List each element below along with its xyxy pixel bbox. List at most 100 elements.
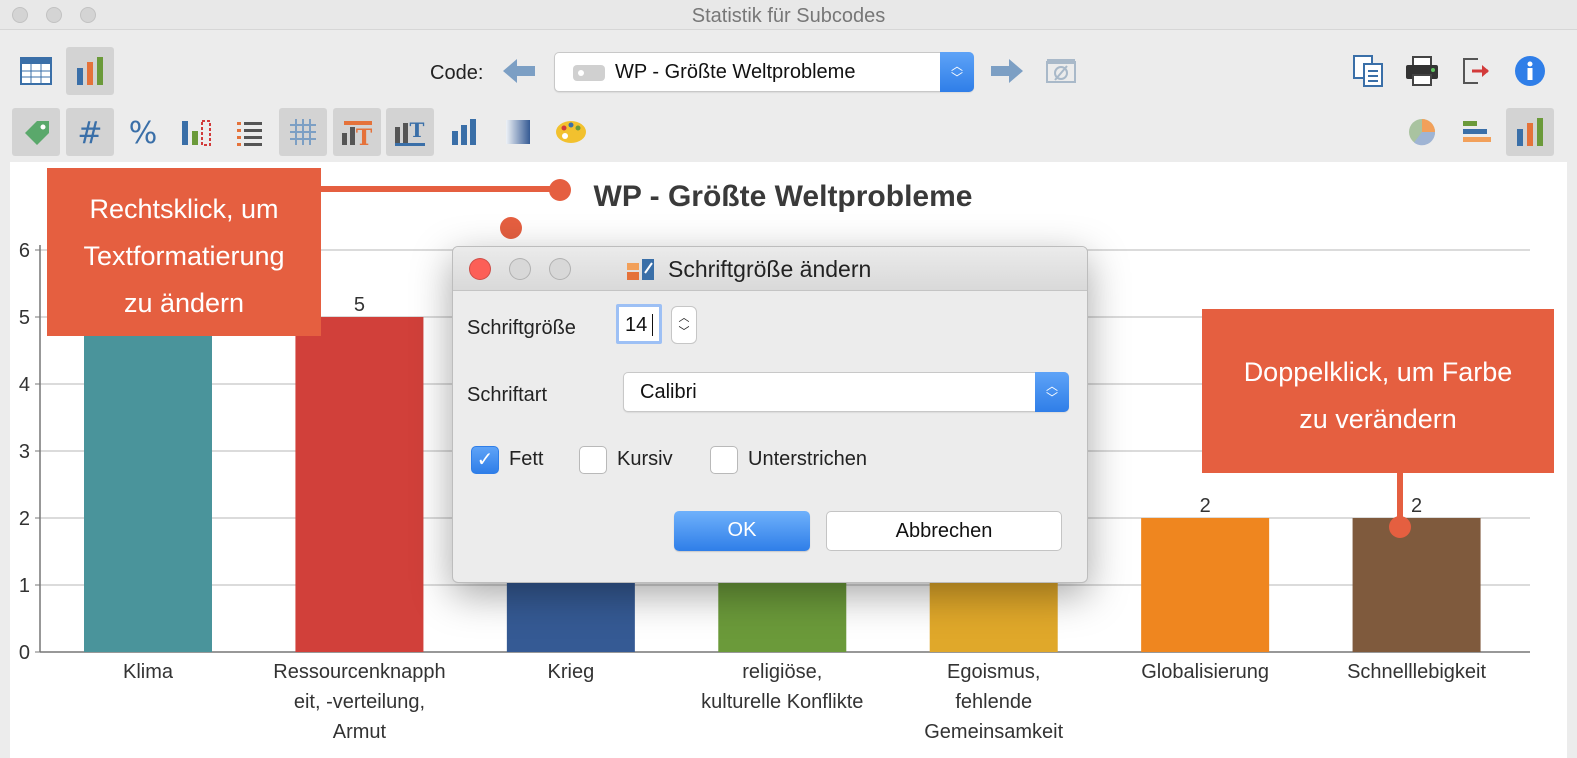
callout-right-click: Rechtsklick, um Textformatierung zu ände… <box>47 168 321 336</box>
category-label: Egoismus, <box>947 661 1040 683</box>
show-percent-button[interactable]: % <box>119 108 167 156</box>
arrow-right-icon <box>991 59 1023 83</box>
dialog-title: Schriftgröße ändern <box>668 256 872 282</box>
previous-code-button[interactable] <box>495 47 543 95</box>
list-button[interactable] <box>226 108 274 156</box>
font-size-label: Schriftgröße <box>467 317 576 339</box>
cancel-button[interactable]: Abbrechen <box>826 511 1062 551</box>
copy-icon <box>1353 55 1383 87</box>
underline-checkbox[interactable] <box>710 446 738 474</box>
color-palette-button[interactable] <box>547 108 595 156</box>
pie-chart-button[interactable] <box>1398 108 1446 156</box>
bar <box>1141 518 1270 652</box>
title-format-button[interactable]: T <box>333 108 381 156</box>
code-select-stepper[interactable]: ︿ ﹀ <box>940 52 974 92</box>
data-label: 5 <box>354 294 365 316</box>
y-tick-label: 5 <box>19 307 30 329</box>
chart-title: WP - Größte Weltprobleme <box>594 180 973 213</box>
font-family-select[interactable]: Calibri ︿ ﹀ <box>623 372 1069 412</box>
bar <box>1352 518 1481 652</box>
chevron-down-icon[interactable]: ﹀ <box>679 325 690 339</box>
chevron-up-icon[interactable]: ︿ <box>679 311 690 325</box>
y-tick-label: 2 <box>19 508 30 530</box>
dialog-titlebar: Schriftgröße ändern <box>453 247 1087 291</box>
print-button[interactable] <box>1398 47 1446 95</box>
font-family-value: Calibri <box>640 381 697 403</box>
callout-left-line-1: Rechtsklick, um <box>89 194 279 224</box>
horizontal-bars-icon <box>1463 121 1491 142</box>
axis-text-button[interactable]: T <box>386 108 434 156</box>
copy-button[interactable] <box>1344 47 1392 95</box>
y-tick-label: 1 <box>19 575 30 597</box>
code-select[interactable]: WP - Größte Weltprobleme ︿ ﹀ <box>554 52 974 92</box>
info-button[interactable] <box>1506 47 1554 95</box>
table-icon <box>20 57 52 85</box>
dialog-minimize-button <box>509 258 531 280</box>
data-label: 2 <box>1411 495 1422 517</box>
font-format-icon <box>627 259 654 280</box>
gradient-icon <box>506 120 530 144</box>
svg-text:#: # <box>77 117 102 147</box>
category-label: fehlende <box>955 691 1032 713</box>
category-label: Globalisierung <box>1141 661 1269 683</box>
callout-double-click: Doppelklick, um Farbe zu verändern <box>1202 309 1554 473</box>
reset-filter-button[interactable] <box>1037 47 1085 95</box>
category-label: Armut <box>333 721 387 743</box>
code-select-value: WP - Größte Weltprobleme <box>615 61 856 83</box>
category-label: Klima <box>123 661 174 683</box>
callout-right-line-1: Doppelklick, um Farbe <box>1243 357 1513 387</box>
bar <box>295 317 424 652</box>
font-family-label: Schriftart <box>467 384 548 406</box>
category-label: religiöse, <box>742 661 822 683</box>
printer-icon <box>1406 56 1438 86</box>
font-size-stepper[interactable]: ︿ ﹀ <box>671 306 697 344</box>
y-tick-label: 6 <box>19 240 30 262</box>
hash-icon: # <box>77 117 102 147</box>
bar-missing-icon <box>182 120 211 146</box>
pie-chart-icon <box>1409 119 1436 146</box>
bar-chart-icon <box>77 57 103 85</box>
bold-checkbox[interactable]: ✓ <box>471 446 499 474</box>
grid-lines-button[interactable] <box>279 108 327 156</box>
ok-button[interactable]: OK <box>674 511 810 551</box>
y-tick-label: 0 <box>19 642 30 664</box>
missing-values-button[interactable] <box>172 108 220 156</box>
y-tick-label: 3 <box>19 441 30 463</box>
font-size-input[interactable]: 14 <box>616 304 662 344</box>
percent-icon: % <box>129 117 158 147</box>
show-labels-button[interactable] <box>12 108 60 156</box>
window-title: Statistik für Subcodes <box>691 5 886 27</box>
next-code-button[interactable] <box>983 47 1031 95</box>
code-label: Code: <box>430 62 484 84</box>
grid-icon <box>290 119 316 145</box>
font-family-stepper[interactable]: ︿ ﹀ <box>1035 372 1069 412</box>
gradient-button[interactable] <box>494 108 542 156</box>
window-titlebar: Statistik für Subcodes <box>0 0 1577 30</box>
export-button[interactable] <box>1452 47 1500 95</box>
chart-view-button[interactable] <box>66 47 114 95</box>
vertical-bar-button[interactable] <box>1506 108 1554 156</box>
show-frequency-button[interactable]: # <box>66 108 114 156</box>
bar-chart-type-button[interactable] <box>440 108 488 156</box>
category-label: Krieg <box>548 661 595 683</box>
export-icon <box>1463 58 1489 84</box>
callout-dot-title-2 <box>500 217 522 239</box>
category-label: eit, -verteilung, <box>294 691 425 713</box>
callout-dot-title <box>549 179 571 201</box>
category-label: Schnelllebigkeit <box>1347 661 1486 683</box>
checkmark-icon: ✓ <box>476 449 494 471</box>
svg-text:%: % <box>129 117 158 147</box>
dialog-close-button[interactable] <box>469 258 491 280</box>
blue-bars-icon <box>452 119 476 145</box>
list-icon <box>237 122 262 146</box>
horizontal-bar-button[interactable] <box>1452 108 1500 156</box>
toolbar-format: # % T T <box>0 102 1577 162</box>
callout-left-line-2: Textformatierung <box>83 241 285 271</box>
italic-checkbox[interactable] <box>579 446 607 474</box>
category-label: kulturelle Konflikte <box>701 691 863 713</box>
callout-connector-left <box>321 186 561 192</box>
table-view-button[interactable] <box>12 47 60 95</box>
font-size-dialog: Schriftgröße ändern Schriftgröße 14 ︿ ﹀ S… <box>452 246 1088 583</box>
arrow-left-icon <box>503 59 535 83</box>
title-text-icon: T <box>342 121 373 147</box>
